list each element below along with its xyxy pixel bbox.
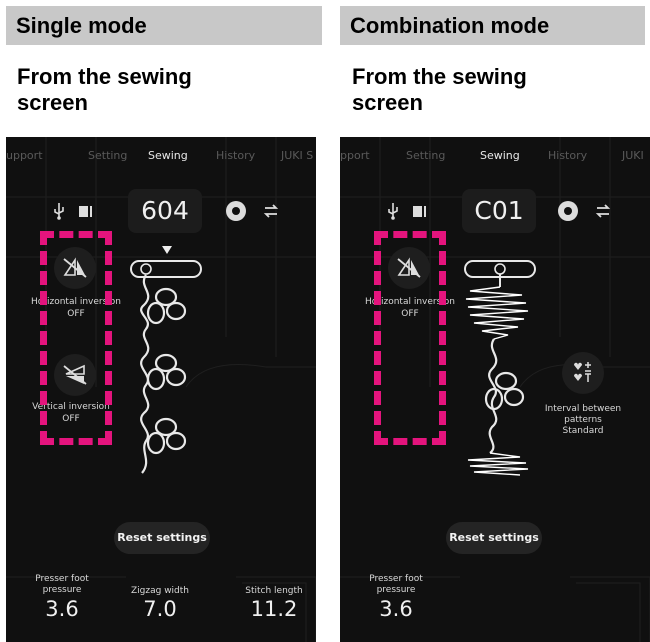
gear-icon[interactable] — [558, 201, 578, 221]
usb-icon — [54, 203, 64, 220]
swap-icon[interactable] — [594, 201, 612, 221]
presser-foot-pressure-value[interactable]: 3.6 — [24, 597, 100, 621]
zigzag-width-label: Zigzag width — [131, 586, 189, 596]
param-label-line1: Presser foot — [369, 574, 423, 584]
usb-icon — [388, 203, 398, 220]
interval-value: Standard — [562, 426, 604, 436]
subheader-line2: screen — [352, 90, 423, 115]
memory-icon — [79, 206, 92, 217]
single-mode-header: Single mode — [6, 6, 322, 45]
stitch-length-label: Stitch length — [245, 586, 303, 596]
interval-icon — [574, 362, 591, 382]
reset-settings-button[interactable]: Reset settings — [114, 522, 210, 554]
single-mode-subheader: From the sewing screen — [17, 64, 192, 116]
pattern-number-display[interactable]: C01 — [462, 189, 536, 233]
top-tabs: upport Setting Sewing History JUKI S — [6, 137, 316, 175]
top-tabs: pport Setting Sewing History JUKI — [340, 137, 650, 175]
pattern-number-display[interactable]: 604 — [128, 189, 202, 233]
combination-mode-header: Combination mode — [340, 6, 645, 45]
param-label-line2: pressure — [42, 585, 82, 595]
presser-foot-pressure-label: Presser foot pressure — [24, 574, 100, 596]
memory-icon — [413, 206, 426, 217]
param-label-line2: pressure — [376, 585, 416, 595]
reset-settings-button[interactable]: Reset settings — [446, 522, 542, 554]
interval-label-line1: Interval between — [544, 404, 622, 414]
tab-support[interactable]: pport — [340, 149, 370, 162]
gear-icon[interactable] — [226, 201, 246, 221]
combination-mode-subheader: From the sewing screen — [352, 64, 527, 116]
tab-juki[interactable]: JUKI S — [281, 149, 313, 162]
stitch-pattern-preview — [464, 260, 536, 476]
swap-icon[interactable] — [262, 201, 280, 221]
subheader-line2: screen — [17, 90, 88, 115]
tab-juki[interactable]: JUKI — [622, 149, 644, 162]
subheader-line1: From the sewing — [352, 64, 527, 89]
tab-history[interactable]: History — [216, 149, 255, 162]
stitch-pattern-preview — [130, 260, 202, 474]
needle-position-marker — [162, 246, 172, 254]
presser-foot-pressure-value[interactable]: 3.6 — [358, 597, 434, 621]
presser-foot-pressure-label: Presser foot pressure — [358, 574, 434, 596]
tab-history[interactable]: History — [548, 149, 587, 162]
interval-label-line2: patterns — [564, 415, 602, 425]
interval-button[interactable] — [562, 352, 604, 394]
stitch-length-value[interactable]: 11.2 — [234, 597, 314, 621]
tab-sewing[interactable]: Sewing — [148, 149, 188, 162]
highlight-box — [40, 231, 112, 445]
param-label-line1: Presser foot — [35, 574, 89, 584]
subheader-line1: From the sewing — [17, 64, 192, 89]
zigzag-width-value[interactable]: 7.0 — [120, 597, 200, 621]
tab-setting[interactable]: Setting — [88, 149, 127, 162]
highlight-box — [374, 231, 446, 445]
tab-support[interactable]: upport — [6, 149, 43, 162]
tab-sewing[interactable]: Sewing — [480, 149, 520, 162]
tab-setting[interactable]: Setting — [406, 149, 445, 162]
